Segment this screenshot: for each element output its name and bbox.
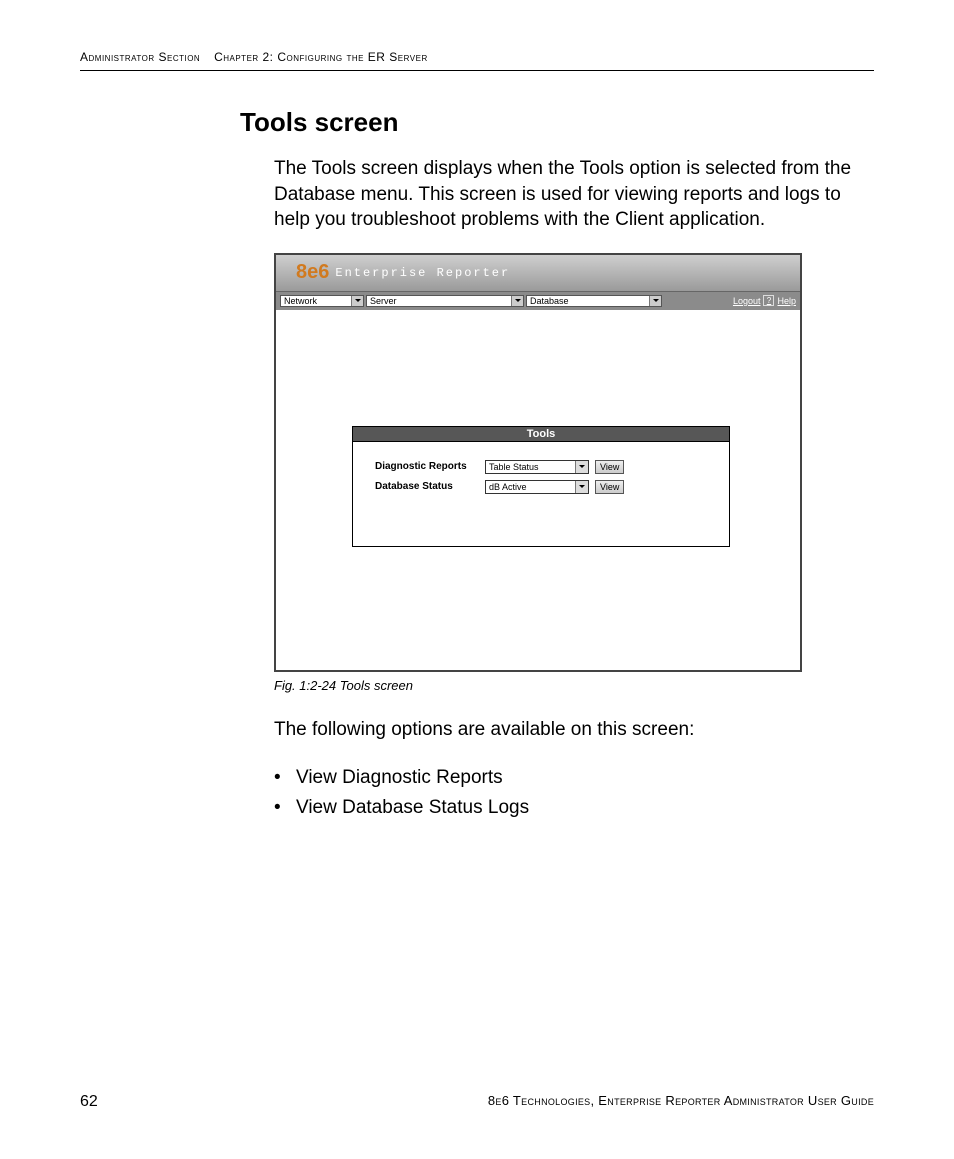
database-status-row: Database Status dB Active View <box>375 480 717 494</box>
view-button[interactable]: View <box>595 460 624 474</box>
diagnostic-reports-value: Table Status <box>486 462 575 472</box>
menu-server[interactable]: Server <box>366 295 524 307</box>
logout-link[interactable]: Logout <box>733 296 761 306</box>
running-header: Administrator Section Chapter 2: Configu… <box>80 50 874 71</box>
tools-panel-title: Tools <box>353 427 729 442</box>
diagnostic-reports-row: Diagnostic Reports Table Status View <box>375 460 717 474</box>
app-body: Tools Diagnostic Reports Table Status Vi… <box>276 310 800 670</box>
figure-caption: Fig. 1:2-24 Tools screen <box>274 678 854 693</box>
menu-network[interactable]: Network <box>280 295 364 307</box>
diagnostic-reports-label: Diagnostic Reports <box>375 461 479 472</box>
options-intro: The following options are available on t… <box>274 717 854 743</box>
chevron-down-icon[interactable] <box>511 296 523 306</box>
header-chapter: Chapter 2: Configuring the ER Server <box>214 50 428 64</box>
view-button[interactable]: View <box>595 480 624 494</box>
list-item: View Database Status Logs <box>274 793 854 823</box>
menu-database-label: Database <box>527 296 572 306</box>
app-screenshot: 8e6 Enterprise Reporter Network Server D… <box>274 253 802 672</box>
app-header: 8e6 Enterprise Reporter <box>276 255 800 292</box>
help-link[interactable]: Help <box>777 296 796 306</box>
chevron-down-icon[interactable] <box>575 461 588 473</box>
brand-logo: 8e6 <box>296 261 329 284</box>
brand-text: Enterprise Reporter <box>335 266 510 280</box>
help-icon[interactable]: ? <box>763 295 774 306</box>
menu-database[interactable]: Database <box>526 295 662 307</box>
header-section: Administrator Section <box>80 50 200 64</box>
chevron-down-icon[interactable] <box>649 296 661 306</box>
app-menubar: Network Server Database Logout <box>276 292 800 310</box>
database-status-select[interactable]: dB Active <box>485 480 589 494</box>
intro-paragraph: The Tools screen displays when the Tools… <box>274 156 854 233</box>
options-list: View Diagnostic Reports View Database St… <box>274 763 854 824</box>
database-status-label: Database Status <box>375 481 479 492</box>
list-item: View Diagnostic Reports <box>274 763 854 793</box>
section-title: Tools screen <box>240 107 854 138</box>
menu-server-label: Server <box>367 296 400 306</box>
diagnostic-reports-select[interactable]: Table Status <box>485 460 589 474</box>
page-footer: 62 8e6 Technologies, Enterprise Reporter… <box>80 1093 874 1111</box>
chevron-down-icon[interactable] <box>575 481 588 493</box>
footer-text: 8e6 Technologies, Enterprise Reporter Ad… <box>488 1093 874 1111</box>
menu-network-label: Network <box>281 296 320 306</box>
page-number: 62 <box>80 1093 98 1111</box>
chevron-down-icon[interactable] <box>351 296 363 306</box>
tools-panel: Tools Diagnostic Reports Table Status Vi… <box>352 426 730 547</box>
database-status-value: dB Active <box>486 482 575 492</box>
